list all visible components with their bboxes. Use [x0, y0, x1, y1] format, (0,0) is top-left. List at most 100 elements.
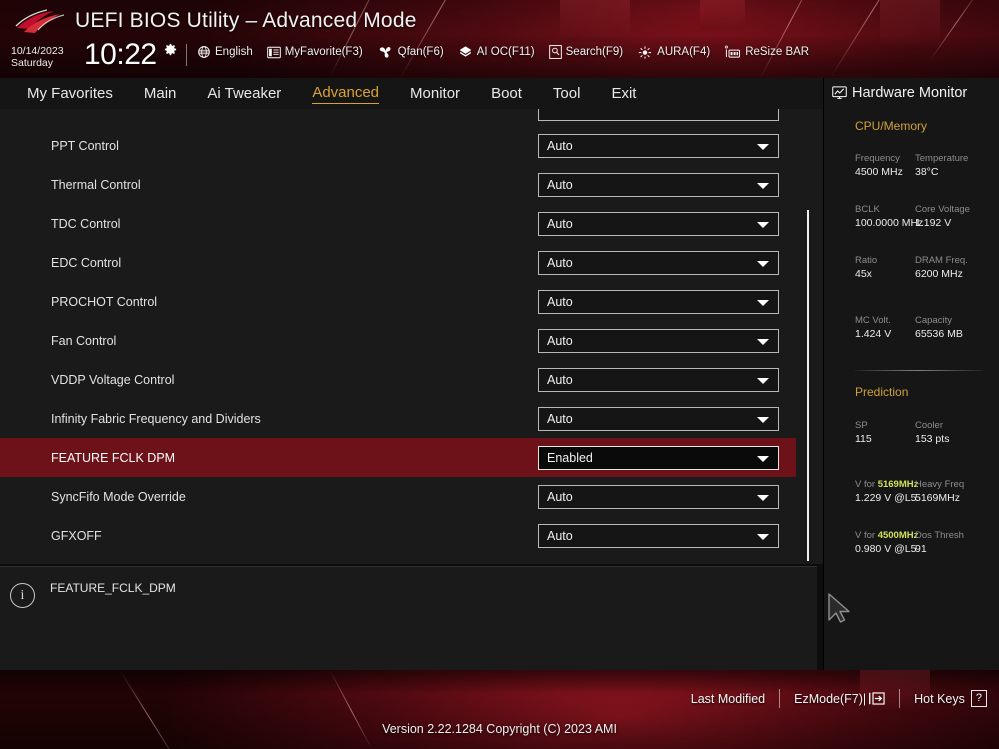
chevron-down-icon [757, 338, 769, 345]
hwm-pair-dos-thresh: Dos Thresh 91 [915, 529, 964, 556]
tab-ai-tweaker[interactable]: Ai Tweaker [207, 84, 281, 104]
hwm-key: Heavy Freq [915, 479, 965, 490]
setting-dropdown[interactable]: Auto [538, 523, 779, 548]
hwm-key: Cooler [915, 420, 943, 431]
header-item-label: MyFavorite(F3) [284, 46, 363, 58]
hwm-pair-bclk: BCLK 100.0000 MHz [855, 203, 923, 230]
hwm-value: 91 [915, 543, 927, 555]
setting-dropdown[interactable]: Auto [538, 289, 779, 314]
hotkeys-button[interactable]: Hot Keys ? [914, 690, 987, 707]
setting-dropdown[interactable]: Enabled [538, 445, 779, 470]
list-icon [266, 46, 281, 58]
dropdown-value: Auto [547, 333, 573, 348]
hwm-section-title-prediction: Prediction [855, 385, 909, 399]
setting-label: TDC Control [51, 216, 121, 231]
footer-streak [329, 670, 373, 749]
setting-dropdown[interactable]: Auto [538, 172, 779, 197]
setting-row-ppt-control[interactable]: PPT Control Auto [0, 126, 796, 165]
tab-advanced[interactable]: Advanced [312, 83, 380, 104]
hwm-pair-v-for-5169: V for 5169MHz 1.229 V @L5 [855, 478, 918, 505]
main-nav: My Favorites Main Ai Tweaker Advanced Mo… [0, 78, 823, 109]
setting-row-vddp-voltage-control[interactable]: VDDP Voltage Control Auto [0, 360, 796, 399]
hardware-monitor-panel: Hardware Monitor CPU/Memory Frequency 45… [823, 78, 999, 670]
setting-label: Infinity Fabric Frequency and Dividers [51, 411, 261, 426]
last-modified-button[interactable]: Last Modified [691, 692, 765, 706]
setting-row-prochot-control[interactable]: PROCHOT Control Auto [0, 282, 796, 321]
setting-row-feature-fclk-dpm[interactable]: FEATURE FCLK DPM Enabled [0, 438, 796, 477]
header-streak [929, 0, 983, 61]
tab-boot[interactable]: Boot [491, 84, 522, 104]
hwm-key: Core Voltage [915, 204, 970, 215]
hwm-key: Capacity [915, 315, 952, 326]
header-item-aioc[interactable]: AI OC(F11) [458, 45, 535, 59]
hwm-pair-capacity: Capacity 65536 MB [915, 314, 963, 341]
tab-tool[interactable]: Tool [553, 84, 581, 104]
hwm-pair-core-voltage: Core Voltage 1.192 V [915, 203, 970, 230]
arrow-exit-icon [869, 692, 885, 705]
header-toolbar: English MyFavorite(F3) Qfan(F6) AI OC(F1… [197, 45, 823, 59]
chevron-down-icon [757, 299, 769, 306]
hwm-key: MC Volt. [855, 315, 891, 326]
setting-dropdown[interactable]: Auto [538, 328, 779, 353]
hwm-value: 1.229 V @L5 [855, 492, 917, 504]
ezmode-button[interactable]: EzMode(F7)| [794, 691, 885, 706]
gear-icon[interactable] [163, 42, 178, 57]
header-item-qfan[interactable]: Qfan(F6) [377, 45, 444, 59]
chevron-down-icon [757, 416, 769, 423]
setting-dropdown[interactable]: Auto [538, 484, 779, 509]
hwm-pair-cooler: Cooler 153 pts [915, 419, 949, 446]
hwm-pair-sp: SP 115 [855, 419, 872, 446]
setting-row-infinity-fabric[interactable]: Infinity Fabric Frequency and Dividers A… [0, 399, 796, 438]
header-item-language[interactable]: English [197, 45, 253, 59]
chevron-down-icon [757, 182, 769, 189]
header-item-aura[interactable]: AURA(F4) [637, 45, 710, 59]
setting-row-gfxoff[interactable]: GFXOFF Auto [0, 516, 796, 555]
clipped-row [0, 109, 823, 123]
hwm-value: 5169MHz [915, 492, 960, 504]
setting-dropdown[interactable]: Auto [538, 133, 779, 158]
hwm-value: 100.0000 MHz [855, 217, 924, 229]
setting-row-fan-control[interactable]: Fan Control Auto [0, 321, 796, 360]
chevron-down-icon [757, 533, 769, 540]
scrollbar-thumb[interactable] [807, 210, 809, 561]
hwm-value: 45x [855, 268, 872, 280]
setting-row-edc-control[interactable]: EDC Control Auto [0, 243, 796, 282]
tab-monitor[interactable]: Monitor [410, 84, 460, 104]
dropdown-value: Auto [547, 372, 573, 387]
hwm-value: 1.192 V [915, 217, 952, 229]
version-text: Version 2.22.1284 Copyright (C) 2023 AMI [382, 722, 617, 736]
hwm-value: 1.424 V [855, 328, 892, 340]
header-item-search[interactable]: Search(F9) [548, 45, 623, 59]
app-header: UEFI BIOS Utility – Advanced Mode 10/14/… [0, 0, 999, 78]
globe-icon [198, 46, 210, 58]
header-item-resizebar[interactable]: ReSize BAR [724, 45, 809, 59]
hwm-value: 153 pts [915, 433, 950, 445]
setting-dropdown[interactable]: Auto [538, 211, 779, 236]
setting-label: GFXOFF [51, 528, 102, 543]
header-streak [759, 0, 822, 78]
tab-exit[interactable]: Exit [611, 84, 636, 104]
setting-dropdown[interactable]: Auto [538, 367, 779, 392]
setting-dropdown[interactable]: Auto [538, 406, 779, 431]
setting-label: PPT Control [51, 138, 119, 153]
setting-row-syncfifo-mode-override[interactable]: SyncFifo Mode Override Auto [0, 477, 796, 516]
hwm-value: 4500 MHz [855, 166, 903, 178]
chevron-down-icon [757, 377, 769, 384]
hwm-value: 0.980 V @L5 [855, 543, 917, 555]
clipped-dropdown[interactable] [538, 109, 779, 121]
setting-label: PROCHOT Control [51, 294, 158, 309]
setting-dropdown[interactable]: Auto [538, 250, 779, 275]
setting-label: FEATURE FCLK DPM [51, 450, 176, 465]
setting-row-tdc-control[interactable]: TDC Control Auto [0, 204, 796, 243]
hwm-value: 115 [855, 433, 872, 445]
header-item-myfavorite[interactable]: MyFavorite(F3) [266, 46, 363, 59]
tab-main[interactable]: Main [144, 84, 177, 104]
clock-display: 10:22 [84, 38, 157, 71]
dropdown-value: Auto [547, 177, 573, 192]
header-item-label: ReSize BAR [745, 46, 810, 58]
setting-row-thermal-control[interactable]: Thermal Control Auto [0, 165, 796, 204]
setting-label: Thermal Control [51, 177, 141, 192]
hwm-key: BCLK [855, 204, 880, 215]
tab-my-favorites[interactable]: My Favorites [27, 84, 113, 104]
dropdown-value: Auto [547, 294, 573, 309]
